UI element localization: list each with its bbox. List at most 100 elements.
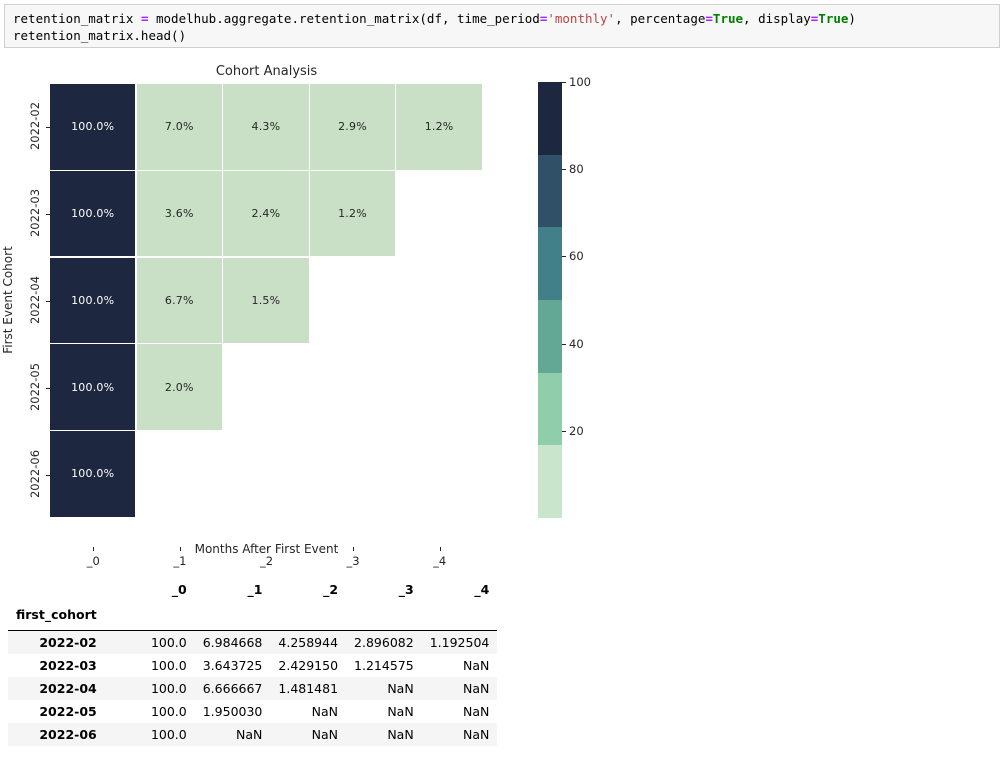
heatmap-row: 100.0% 7.0% 4.3% 2.9% 1.2% [50, 84, 483, 171]
table-cell: NaN [387, 704, 414, 719]
table-column-header: _0 [171, 582, 187, 597]
table-cell: NaN [236, 727, 263, 742]
heatmap-row: 100.0% 6.7% 1.5% [50, 257, 483, 345]
heatmap-cell: 2.0% [136, 344, 222, 430]
colorbar-band [538, 227, 562, 300]
y-tick-mark [46, 214, 50, 216]
heatmap-cell: 2.4% [223, 170, 309, 257]
heatmap-cell-empty [396, 344, 481, 430]
table-row: 2022-05 100.0 1.950030 NaN NaN NaN [8, 700, 498, 723]
heatmap-cell: 100.0% [50, 257, 136, 344]
table-cell: 1.214575 [354, 658, 414, 673]
y-tick-mark [46, 301, 50, 302]
table-column-header: _3 [398, 582, 414, 597]
heatmap-cell-empty [137, 431, 222, 517]
table-cell: 3.643725 [202, 658, 263, 673]
table-cell: 1.481481 [278, 681, 339, 696]
y-tick-mark [46, 127, 50, 129]
index-name-spacer [105, 603, 195, 631]
x-tick-label: _4 [433, 554, 447, 568]
table-row: 2022-03 100.0 3.643725 2.429150 1.214575 NaN [8, 654, 498, 677]
table-row-index: 2022-04 [39, 681, 97, 696]
code-token: , display [743, 11, 811, 26]
heatmap-row: 100.0% 3.6% 2.4% 1.2% [50, 170, 483, 258]
table-cell: 2.429150 [278, 658, 339, 673]
table-column-header: _1 [247, 582, 263, 597]
table-cell: 100.0 [104, 630, 195, 654]
colorbar-band [538, 82, 562, 155]
code-token: 'monthly' [547, 11, 616, 26]
code-token: True [818, 11, 849, 26]
heatmap-cell-empty [223, 431, 308, 517]
colorbar-tick-mark [562, 82, 566, 83]
code-token: retention_matrix.head() [13, 28, 187, 43]
colorbar-band [538, 300, 562, 373]
table-cell: NaN [311, 727, 339, 742]
table-column-header: _2 [323, 582, 339, 597]
colorbar-band [538, 445, 562, 518]
x-axis-label: Months After First Event [194, 542, 339, 556]
table-head: _0 _1 _2 _3 _4 first_cohort [8, 578, 497, 631]
table-header-row: _0 _1 _2 _3 _4 [8, 578, 497, 603]
heatmap-cell: 3.6% [136, 170, 222, 257]
table-cell: 6.984668 [194, 630, 271, 654]
table-cell: 100.0 [150, 704, 187, 719]
colorbar [538, 82, 562, 518]
heatmap-cell: 1.2% [396, 84, 482, 170]
table-cell: NaN [462, 704, 490, 719]
heatmap-cell-empty [396, 258, 481, 344]
heatmap-cell: 100.0% [50, 170, 136, 257]
colorbar-tick-label: 40 [569, 336, 584, 351]
heatmap-cell-empty [310, 431, 395, 517]
chart-title: Cohort Analysis [215, 64, 318, 79]
table-cell: 100.0 [150, 727, 187, 742]
x-tick-label: _1 [173, 554, 187, 568]
heatmap-cell-empty [223, 344, 308, 430]
header-blank [8, 578, 105, 603]
heatmap-cell: 6.7% [136, 257, 222, 344]
heatmap-grid: 100.0% 7.0% 4.3% 2.9% 1.2% 100.0% 3.6% 2.4% 1.2%… [28, 84, 483, 568]
colorbar-tick-mark [562, 430, 566, 432]
table-row: 2022-04 100.0 6.666667 1.481481 NaN NaN [8, 677, 498, 700]
table-cell: 4.258944 [270, 630, 347, 654]
heatmap-cell: 100.0% [50, 431, 136, 517]
heatmap-cell: 100.0% [50, 84, 136, 170]
table-column-header: _4 [474, 582, 490, 597]
code-line-1: retention_matrix = modelhub.aggregate.re… [13, 10, 999, 27]
code-token: = [705, 11, 713, 26]
code-token: , percentage [615, 11, 706, 26]
heatmap-row: 100.0% [50, 431, 483, 518]
table-cell: NaN [311, 704, 339, 719]
table-index-name-row: first_cohort [8, 603, 497, 631]
heatmap-cell-empty [310, 344, 395, 430]
index-name-spacer [270, 603, 346, 631]
heatmap-cell: 7.0% [136, 84, 222, 170]
table-row-index: 2022-05 [39, 704, 97, 719]
heatmap-cell: 1.2% [309, 170, 396, 257]
table-body: 2022-02 100.0 6.984668 4.258944 2.896082 1.19… [8, 630, 498, 746]
code-token: modelhub.aggregate.retention_matrix(df, … [148, 11, 540, 26]
cohort-analysis-figure: Cohort Analysis 100.0% 7.0% 4.3% 2.9% 1.2% 10… [0, 56, 1004, 568]
table-cell: 1.950030 [202, 704, 263, 719]
colorbar-tick-label: 60 [569, 249, 584, 264]
heatmap-cell: 100.0% [50, 344, 136, 430]
y-tick-mark [46, 474, 50, 476]
table-cell: NaN [387, 727, 414, 742]
table-cell: 1.192504 [421, 630, 498, 654]
code-token: ) [848, 11, 856, 26]
table-cell: NaN [462, 681, 490, 696]
heatmap-cell: 2.9% [309, 84, 396, 170]
colorbar-tick-label: 80 [569, 162, 584, 177]
table-cell: 100.0 [150, 658, 187, 673]
code-cell[interactable]: retention_matrix = modelhub.aggregate.re… [4, 4, 1000, 48]
colorbar-tick-label: 20 [569, 423, 584, 438]
table-cell: 6.666667 [202, 681, 263, 696]
table-row: 2022-06 100.0 NaN NaN NaN NaN [8, 723, 498, 746]
index-name-spacer [422, 603, 498, 631]
y-tick-label: 2022-03 [28, 189, 42, 238]
colorbar-tick-mark [562, 256, 566, 258]
heatmap-row: 100.0% 2.0% [50, 344, 483, 431]
y-tick-label: 2022-05 [28, 362, 42, 411]
heatmap-cell: 4.3% [223, 84, 309, 170]
table-cell: NaN [387, 681, 414, 696]
